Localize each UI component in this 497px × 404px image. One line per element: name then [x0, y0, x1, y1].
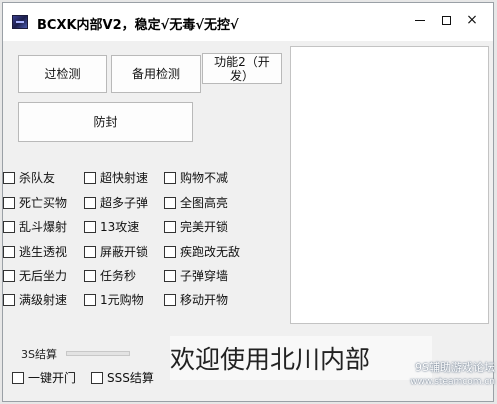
checkbox-instant-task[interactable]: 任务秒: [84, 267, 136, 284]
checkbox-label: 全图高亮: [180, 196, 229, 210]
checkbox-attack-speed-13[interactable]: 13攻速: [84, 218, 139, 235]
checkbox-label: 超多子弹: [100, 196, 149, 210]
checkbox-kill-teammate[interactable]: 杀队友: [3, 169, 55, 186]
checkbox-sprint-invincible[interactable]: 疾跑改无敌: [164, 243, 240, 260]
checkbox-label: 完美开锁: [180, 220, 229, 234]
checkbox-box[interactable]: [84, 245, 96, 258]
checkbox-label: SSS结算: [107, 371, 154, 385]
checkbox-box[interactable]: [3, 196, 15, 209]
minimize-icon: [415, 19, 425, 21]
checkbox-box[interactable]: [91, 371, 103, 384]
maximize-icon: [441, 15, 451, 25]
checkbox-map-highlight[interactable]: 全图高亮: [164, 194, 228, 211]
checkbox-box[interactable]: [84, 293, 96, 306]
checkbox-box[interactable]: [164, 220, 176, 233]
minimize-button[interactable]: [409, 9, 431, 31]
close-button[interactable]: ×: [461, 9, 483, 31]
watermark-url: www.steamcom.cn: [410, 377, 495, 387]
checkbox-label: 子弹穿墙: [180, 269, 229, 283]
checkbox-block-unlock[interactable]: 屏蔽开锁: [84, 243, 148, 260]
watermark-site: 9S辅助游戏论坛: [415, 361, 495, 374]
maximize-button[interactable]: [435, 9, 457, 31]
checkbox-label: 屏蔽开锁: [100, 245, 149, 259]
checkbox-label: 移动开物: [180, 293, 229, 307]
feature2-button[interactable]: 功能2（开发）: [202, 53, 282, 84]
checkbox-label: 死亡买物: [19, 196, 68, 210]
checkbox-super-fast-fire[interactable]: 超快射速: [84, 169, 148, 186]
checkbox-label: 任务秒: [100, 269, 137, 283]
checkbox-box[interactable]: [12, 371, 24, 384]
log-panel[interactable]: [290, 46, 489, 324]
checkbox-label: 超快射速: [100, 171, 149, 185]
checkbox-one-yuan-buy[interactable]: 1元购物: [84, 291, 144, 308]
title-bar: BCXK内部V2，稳定√无毒√无控√ ×: [3, 3, 493, 41]
checkbox-label: 13攻速: [100, 220, 140, 234]
checkbox-label: 乱斗爆射: [19, 220, 68, 234]
window-title: BCXK内部V2，稳定√无毒√无控√: [37, 18, 239, 33]
app-icon: [12, 15, 28, 29]
checkbox-label: 购物不减: [180, 171, 229, 185]
checkbox-label: 杀队友: [19, 171, 56, 185]
checkbox-label: 1元购物: [100, 293, 144, 307]
checkbox-box[interactable]: [84, 220, 96, 233]
checkbox-box[interactable]: [84, 196, 96, 209]
checkbox-box[interactable]: [164, 171, 176, 184]
checkbox-box[interactable]: [164, 293, 176, 306]
checkbox-one-key-open[interactable]: 一键开门: [12, 369, 76, 386]
checkbox-label: 一键开门: [28, 371, 77, 385]
checkbox-move-open[interactable]: 移动开物: [164, 291, 228, 308]
checkbox-label: 疾跑改无敌: [180, 245, 241, 259]
checkbox-box[interactable]: [3, 220, 15, 233]
checkbox-max-fire-rate[interactable]: 满级射速: [3, 291, 67, 308]
checkbox-label: 逃生透视: [19, 245, 68, 259]
checkbox-escape-esp[interactable]: 逃生透视: [3, 243, 67, 260]
checkbox-extra-bullets[interactable]: 超多子弹: [84, 194, 148, 211]
backup-check-button[interactable]: 备用检测: [111, 55, 201, 93]
group-label-3s: 3S结算: [21, 348, 57, 361]
checkbox-box[interactable]: [84, 171, 96, 184]
anti-ban-button[interactable]: 防封: [18, 102, 193, 142]
group-divider: [66, 351, 130, 356]
checkbox-box[interactable]: [3, 293, 15, 306]
checkbox-box[interactable]: [164, 196, 176, 209]
checkbox-perfect-unlock[interactable]: 完美开锁: [164, 218, 228, 235]
app-window: BCXK内部V2，稳定√无毒√无控√ × 过检测 备用检测 功能2（开发） 防封…: [2, 2, 495, 402]
pass-check-button[interactable]: 过检测: [18, 55, 107, 93]
checkbox-no-recoil[interactable]: 无后坐力: [3, 267, 67, 284]
checkbox-sss-settle[interactable]: SSS结算: [91, 369, 154, 386]
checkbox-brawl-burst[interactable]: 乱斗爆射: [3, 218, 67, 235]
checkbox-label: 满级射速: [19, 293, 68, 307]
checkbox-box[interactable]: [164, 245, 176, 258]
checkbox-bullet-through-wall[interactable]: 子弹穿墙: [164, 267, 228, 284]
checkbox-box[interactable]: [3, 269, 15, 282]
checkbox-shop-no-decrease[interactable]: 购物不减: [164, 169, 228, 186]
checkbox-box[interactable]: [164, 269, 176, 282]
close-icon: ×: [466, 12, 478, 28]
checkbox-box[interactable]: [84, 269, 96, 282]
watermark: 9S辅助游戏论坛 www.steamcom.cn: [383, 361, 495, 397]
checkbox-death-buy[interactable]: 死亡买物: [3, 194, 67, 211]
checkbox-box[interactable]: [3, 171, 15, 184]
checkbox-label: 无后坐力: [19, 269, 68, 283]
checkbox-box[interactable]: [3, 245, 15, 258]
